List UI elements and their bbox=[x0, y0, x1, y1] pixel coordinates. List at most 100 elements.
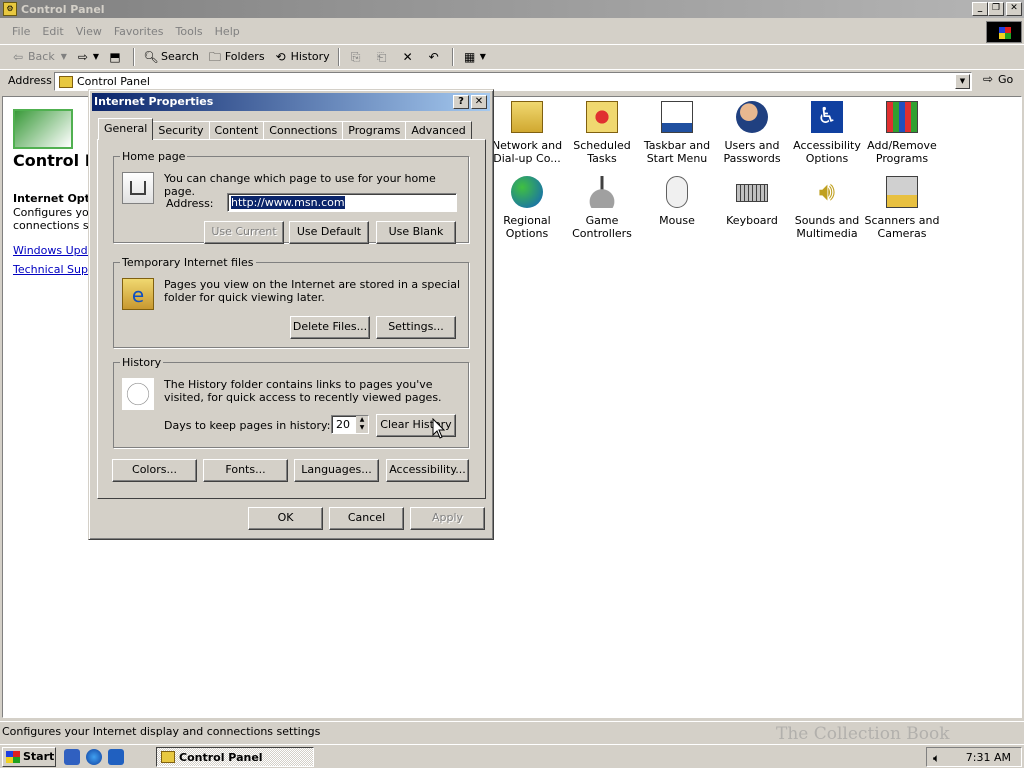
sounds-multimedia-item[interactable]: 🔊︎ Sounds and Multimedia bbox=[789, 176, 865, 240]
days-to-keep-spinner[interactable]: 20 ▲ ▼ bbox=[331, 415, 369, 434]
taskbar: Start Control Panel 🔈︎ 7:31 AM bbox=[0, 744, 1024, 768]
help-button[interactable]: ? bbox=[453, 95, 469, 109]
regional-options-item[interactable]: Regional Options bbox=[489, 176, 565, 240]
undo-icon: ↶ bbox=[428, 49, 439, 64]
menu-bar: File Edit View Favorites Tools Help bbox=[0, 21, 980, 41]
fonts-button[interactable]: Fonts... bbox=[203, 459, 288, 482]
folder-icon bbox=[161, 751, 175, 763]
move-to-button[interactable]: ⎘ bbox=[344, 46, 370, 68]
scheduled-tasks-icon bbox=[586, 101, 618, 133]
menu-favorites[interactable]: Favorites bbox=[108, 25, 170, 38]
volume-icon[interactable]: 🔈︎ bbox=[933, 751, 940, 766]
game-controllers-item[interactable]: Game Controllers bbox=[564, 176, 640, 240]
search-icon: 🔍︎ bbox=[143, 49, 159, 64]
tab-advanced[interactable]: Advanced bbox=[405, 121, 472, 140]
spinner-arrows[interactable]: ▲ ▼ bbox=[356, 416, 368, 433]
scheduled-tasks-item[interactable]: Scheduled Tasks bbox=[564, 101, 640, 165]
internet-explorer-icon[interactable] bbox=[86, 748, 102, 765]
internet-properties-dialog: Internet Properties ? ✕ General Security… bbox=[88, 89, 494, 540]
add-remove-icon bbox=[886, 101, 918, 133]
forward-arrow-icon: ⇨ bbox=[77, 49, 88, 64]
undo-button[interactable]: ↶ bbox=[422, 46, 448, 68]
control-panel-logo bbox=[13, 109, 73, 149]
temporary-files-legend: Temporary Internet files bbox=[122, 256, 254, 269]
mouse-item[interactable]: Mouse bbox=[639, 176, 715, 227]
mouse-pointer-icon bbox=[432, 418, 446, 439]
home-page-legend: Home page bbox=[122, 150, 186, 163]
menu-file[interactable]: File bbox=[6, 25, 36, 38]
start-button[interactable]: Start bbox=[2, 746, 56, 767]
tab-connections[interactable]: Connections bbox=[263, 121, 344, 140]
dialog-close-button[interactable]: ✕ bbox=[471, 95, 487, 109]
back-button[interactable]: ⇦ Back ▼ bbox=[6, 46, 71, 68]
keyboard-item[interactable]: Keyboard bbox=[714, 176, 790, 227]
forward-button[interactable]: ⇨ ▼ bbox=[71, 46, 103, 68]
history-legend: History bbox=[122, 356, 162, 369]
address-dropdown-button[interactable]: ▼ bbox=[955, 74, 970, 89]
delete-files-button[interactable]: Delete Files... bbox=[290, 316, 370, 339]
folder-icon bbox=[59, 75, 73, 88]
dialog-title-bar[interactable]: Internet Properties ? ✕ bbox=[92, 93, 490, 111]
delete-button[interactable]: ✕ bbox=[396, 46, 422, 68]
taskbar-control-panel-button[interactable]: Control Panel bbox=[156, 747, 314, 767]
search-button[interactable]: 🔍︎ Search bbox=[139, 46, 203, 68]
menu-view[interactable]: View bbox=[70, 25, 108, 38]
go-button[interactable]: ⇨ Go bbox=[980, 72, 1013, 86]
scanners-cameras-item[interactable]: Scanners and Cameras bbox=[864, 176, 940, 240]
go-arrow-icon: ⇨ bbox=[982, 72, 994, 86]
clock[interactable]: 7:31 AM bbox=[966, 751, 1011, 764]
back-arrow-icon: ⇦ bbox=[12, 49, 24, 64]
copy-to-icon: ⎗ bbox=[376, 49, 387, 64]
apply-button[interactable]: Apply bbox=[410, 507, 485, 530]
tab-general[interactable]: General bbox=[98, 118, 154, 140]
copy-to-button[interactable]: ⎗ bbox=[370, 46, 396, 68]
keyboard-icon bbox=[736, 184, 768, 202]
use-blank-button[interactable]: Use Blank bbox=[376, 221, 456, 244]
views-button[interactable]: ▦ ▼ bbox=[458, 46, 490, 68]
folders-button[interactable]: 🗀 Folders bbox=[203, 46, 269, 68]
views-icon: ▦ bbox=[464, 49, 476, 64]
dialog-title: Internet Properties bbox=[94, 95, 214, 108]
history-text: The History folder contains links to pag… bbox=[164, 378, 442, 404]
taskbar-icon bbox=[661, 101, 693, 133]
outlook-express-icon[interactable] bbox=[108, 748, 124, 765]
history-button[interactable]: ⟲ History bbox=[269, 46, 334, 68]
address-field-label: Address: bbox=[166, 197, 214, 210]
cancel-button[interactable]: Cancel bbox=[329, 507, 404, 530]
window-title-bar[interactable]: ⚙ Control Panel _ ❐ ✕ bbox=[0, 0, 1024, 18]
menu-edit[interactable]: Edit bbox=[36, 25, 69, 38]
restore-button[interactable]: ❐ bbox=[988, 2, 1004, 16]
ie-folder-icon: e bbox=[122, 278, 154, 310]
add-remove-programs-item[interactable]: Add/Remove Programs bbox=[864, 101, 940, 165]
minimize-button[interactable]: _ bbox=[972, 2, 988, 16]
close-button[interactable]: ✕ bbox=[1006, 2, 1022, 16]
menu-help[interactable]: Help bbox=[209, 25, 246, 38]
up-folder-icon: ⬒ bbox=[109, 49, 121, 64]
menu-tools[interactable]: Tools bbox=[170, 25, 209, 38]
accessibility-options-item[interactable]: ♿ Accessibility Options bbox=[789, 101, 865, 165]
status-text: Configures your Internet display and con… bbox=[2, 725, 321, 738]
show-desktop-icon[interactable] bbox=[64, 748, 80, 765]
network-dialup-item[interactable]: Network and Dial-up Co... bbox=[489, 101, 565, 165]
address-bar: Address Control Panel ▼ ⇨ Go bbox=[0, 69, 1024, 91]
use-default-button[interactable]: Use Default bbox=[289, 221, 369, 244]
taskbar-start-menu-item[interactable]: Taskbar and Start Menu bbox=[639, 101, 715, 165]
use-current-button[interactable]: Use Current bbox=[204, 221, 284, 244]
toolbar: ⇦ Back ▼ ⇨ ▼ ⬒ 🔍︎ Search 🗀 Folders ⟲ History ⎘… bbox=[0, 44, 1024, 68]
settings-button[interactable]: Settings... bbox=[376, 316, 456, 339]
up-button[interactable]: ⬒ bbox=[103, 46, 129, 68]
users-passwords-item[interactable]: Users and Passwords bbox=[714, 101, 790, 165]
scanner-icon bbox=[886, 176, 918, 208]
move-to-icon: ⎘ bbox=[350, 49, 361, 64]
ok-button[interactable]: OK bbox=[248, 507, 323, 530]
colors-button[interactable]: Colors... bbox=[112, 459, 197, 482]
tab-security[interactable]: Security bbox=[152, 121, 210, 140]
home-page-address-input[interactable]: http://www.msn.com bbox=[227, 193, 457, 212]
users-icon bbox=[736, 101, 768, 133]
accessibility-button[interactable]: Accessibility... bbox=[386, 459, 469, 482]
tab-content[interactable]: Content bbox=[208, 121, 265, 140]
tab-programs[interactable]: Programs bbox=[342, 121, 407, 140]
delete-icon: ✕ bbox=[402, 49, 413, 64]
history-clock-icon bbox=[122, 378, 154, 410]
languages-button[interactable]: Languages... bbox=[294, 459, 379, 482]
